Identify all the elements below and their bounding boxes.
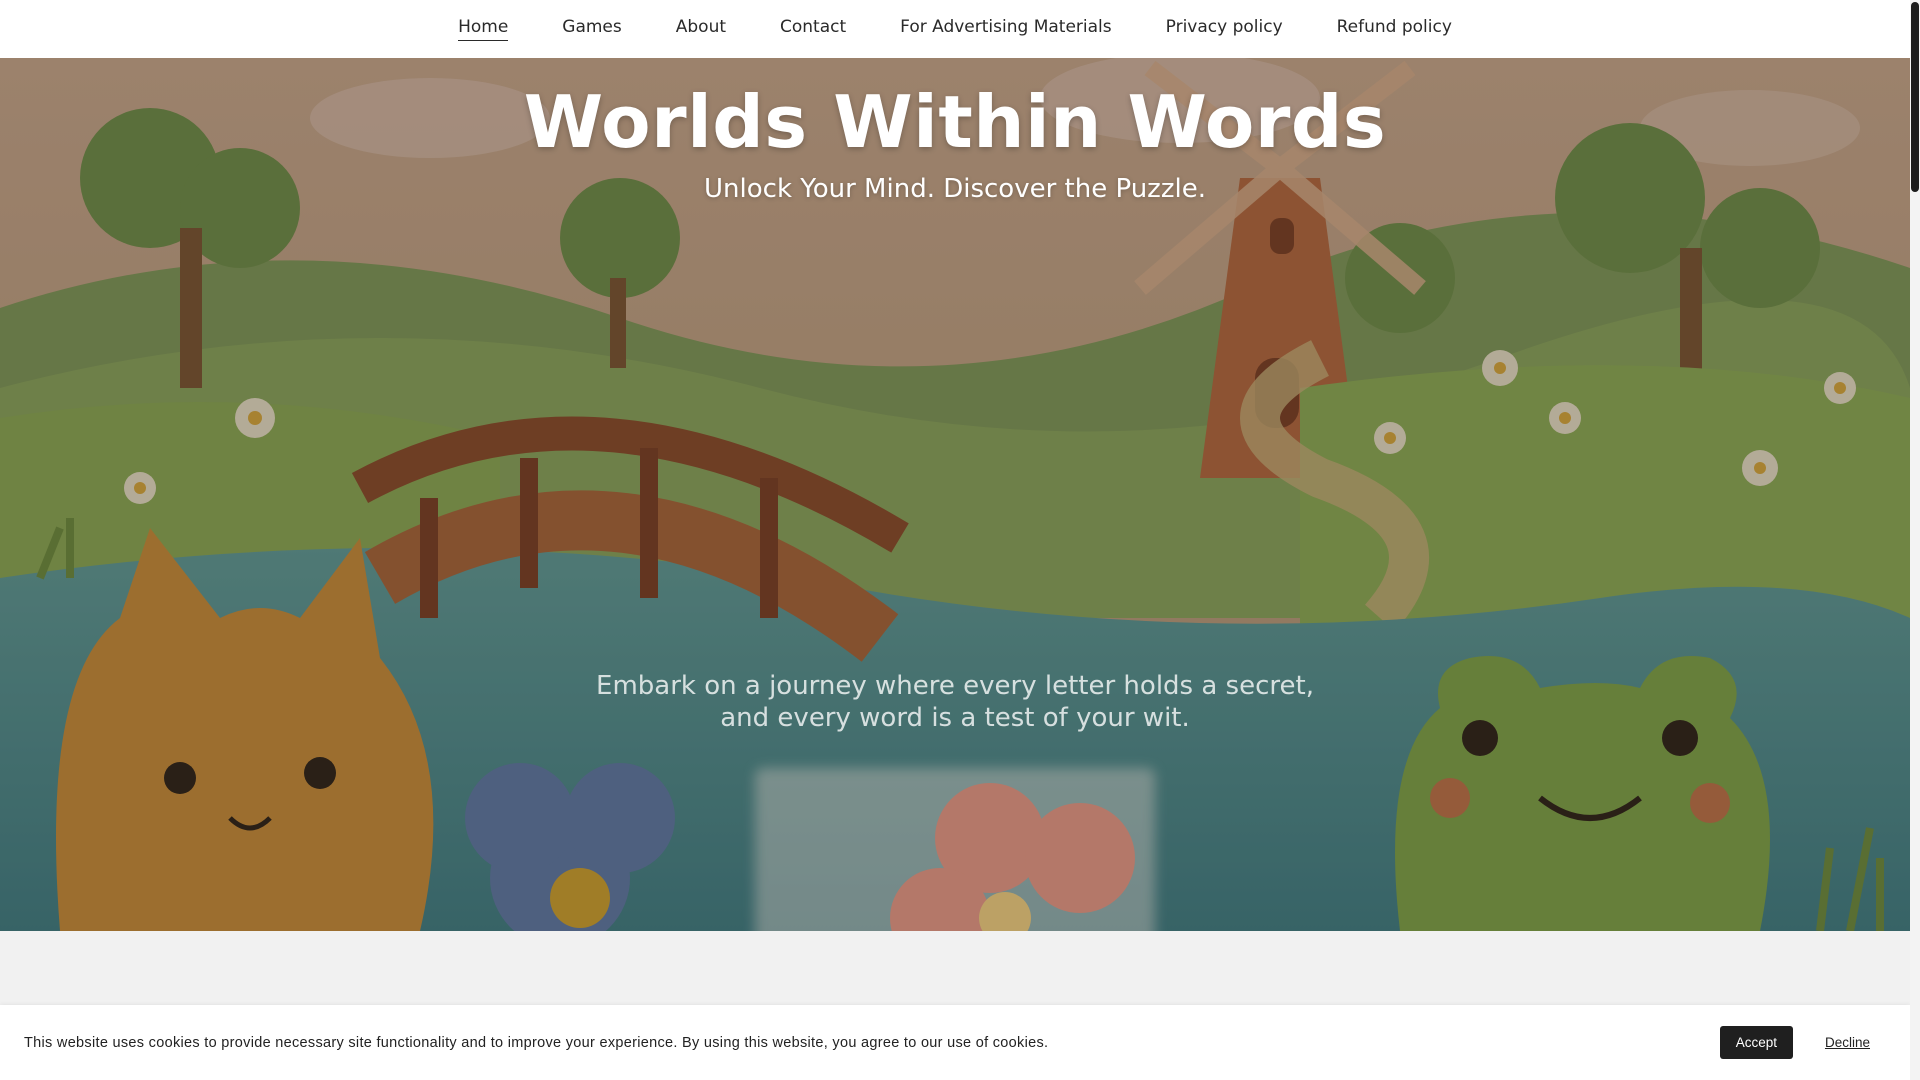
cookie-actions: Accept Decline: [1719, 1026, 1870, 1059]
nav-link-games[interactable]: Games: [562, 17, 621, 40]
nav-link-advertising[interactable]: For Advertising Materials: [900, 17, 1111, 40]
cookie-notice-text: This website uses cookies to provide nec…: [24, 1034, 1049, 1051]
hero-title: Worlds Within Words: [523, 80, 1387, 164]
nav-link-refund[interactable]: Refund policy: [1337, 17, 1452, 40]
nav-link-home[interactable]: Home: [458, 17, 509, 41]
page: Home Games About Contact For Advertising…: [0, 0, 1920, 1080]
blurred-content-card: [755, 768, 1155, 931]
nav-link-privacy[interactable]: Privacy policy: [1166, 17, 1283, 40]
hero-subtitle: Unlock Your Mind. Discover the Puzzle.: [704, 174, 1206, 204]
hero-description: Embark on a journey where every letter h…: [560, 670, 1350, 734]
hero-description-line-2: and every word is a test of your wit.: [720, 703, 1190, 733]
nav-link-about[interactable]: About: [676, 17, 726, 40]
scrollbar-thumb[interactable]: [1911, 2, 1919, 192]
lower-section: [0, 931, 1910, 1005]
hero-description-line-1: Embark on a journey where every letter h…: [596, 671, 1314, 701]
cookie-banner: This website uses cookies to provide nec…: [0, 1005, 1910, 1080]
decline-cookies-button[interactable]: Decline: [1825, 1035, 1870, 1050]
top-navigation: Home Games About Contact For Advertising…: [0, 0, 1910, 58]
nav-link-contact[interactable]: Contact: [780, 17, 846, 40]
nav-list: Home Games About Contact For Advertising…: [458, 17, 1452, 41]
page-scrollbar[interactable]: [1910, 0, 1920, 1080]
hero-section: Worlds Within Words Unlock Your Mind. Di…: [0, 58, 1910, 931]
accept-cookies-button[interactable]: Accept: [1719, 1026, 1793, 1059]
